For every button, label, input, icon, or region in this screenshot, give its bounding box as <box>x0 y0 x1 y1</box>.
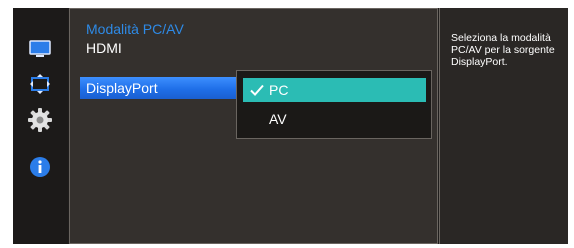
option-pc-label: PC <box>269 82 289 98</box>
option-av-label: AV <box>269 111 287 127</box>
option-av[interactable]: AV <box>243 107 426 131</box>
main-panel: Modalità PC/AV HDMI DisplayPort PC AV <box>69 8 438 244</box>
description-text: Seleziona la modalità PC/AV per la sorge… <box>451 32 555 68</box>
osd-menu: Modalità PC/AV HDMI DisplayPort PC AV Se… <box>13 8 568 244</box>
picture-size-icon[interactable] <box>25 71 55 97</box>
description-panel: Seleziona la modalità PC/AV per la sorge… <box>439 8 568 244</box>
checkmark-icon <box>250 84 264 96</box>
info-icon[interactable] <box>25 154 55 180</box>
pc-av-dropdown: PC AV <box>236 70 432 139</box>
sidebar <box>13 8 68 244</box>
menu-item-displayport[interactable]: DisplayPort <box>80 77 250 99</box>
settings-gear-icon[interactable] <box>25 107 55 133</box>
menu-item-hdmi[interactable]: HDMI <box>80 37 250 59</box>
menu-title: Modalità PC/AV <box>86 21 184 37</box>
monitor-icon[interactable] <box>25 36 55 62</box>
option-pc[interactable]: PC <box>243 78 426 102</box>
